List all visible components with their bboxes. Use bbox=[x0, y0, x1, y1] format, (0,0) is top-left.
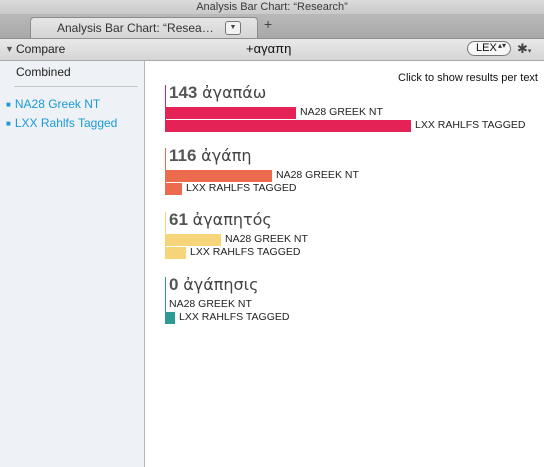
group-heading: 61 ἀγαπητός bbox=[169, 210, 272, 230]
show-results-per-text-hint[interactable]: Click to show results per text bbox=[398, 72, 538, 84]
chart-area: Click to show results per text 143 ἀγαπά… bbox=[145, 61, 544, 467]
bar[interactable] bbox=[165, 312, 175, 324]
bar-label: NA28 GREEK NT bbox=[276, 169, 359, 181]
gear-glyph: ✱ bbox=[517, 41, 528, 56]
bar[interactable] bbox=[165, 183, 182, 195]
group-count: 116 bbox=[169, 146, 202, 165]
bar[interactable] bbox=[165, 107, 296, 119]
bar[interactable] bbox=[165, 170, 272, 182]
gear-icon[interactable]: ✱▾ bbox=[517, 41, 531, 57]
stepper-arrows-icon: ▴▾ bbox=[498, 41, 507, 50]
tab-bar: Analysis Bar Chart: “Resea… ▼ + bbox=[0, 14, 544, 39]
group-lemma: ἀγαπητός bbox=[192, 210, 272, 229]
tab-menu-icon[interactable]: ▼ bbox=[225, 21, 241, 35]
toolbar: ▼ Compare +αγαπη LEX ▴▾ ✱▾ bbox=[0, 39, 544, 61]
bullet-icon: ■ bbox=[6, 100, 11, 110]
sidebar-divider bbox=[14, 86, 138, 87]
compare-toggle[interactable]: Compare bbox=[16, 42, 65, 56]
sidebar-item-lxx[interactable]: ■ LXX Rahlfs Tagged bbox=[6, 116, 117, 130]
lex-label: LEX bbox=[476, 42, 497, 54]
bar-label: LXX RAHLFS TAGGED bbox=[179, 311, 290, 323]
sidebar-item-label: NA28 Greek NT bbox=[14, 97, 101, 111]
bar-label: LXX RAHLFS TAGGED bbox=[190, 246, 301, 258]
search-term: +αγαπη bbox=[246, 41, 292, 56]
sidebar-item-combined[interactable]: Combined bbox=[16, 65, 71, 79]
tab-title: Analysis Bar Chart: “Resea… bbox=[57, 21, 214, 35]
group-heading: 143 ἀγαπάω bbox=[169, 83, 266, 103]
tab-analysis-bar-chart[interactable]: Analysis Bar Chart: “Resea… ▼ bbox=[30, 17, 258, 38]
bar-label: NA28 GREEK NT bbox=[225, 233, 308, 245]
lex-selector[interactable]: LEX ▴▾ bbox=[467, 41, 511, 56]
bar[interactable] bbox=[165, 247, 186, 259]
sidebar-item-na28[interactable]: ■ NA28 Greek NT bbox=[6, 97, 100, 111]
bullet-icon: ■ bbox=[6, 119, 11, 129]
sidebar-item-label: LXX Rahlfs Tagged bbox=[14, 116, 118, 130]
sidebar: Combined ■ NA28 Greek NT ■ LXX Rahlfs Tagg… bbox=[0, 61, 145, 467]
bar-label: LXX RAHLFS TAGGED bbox=[186, 182, 297, 194]
chevron-down-icon: ▾ bbox=[527, 48, 532, 55]
group-heading: 0 ἀγάπησις bbox=[169, 275, 258, 295]
group-count: 143 bbox=[169, 83, 203, 102]
bar[interactable] bbox=[165, 120, 411, 132]
window-title: Analysis Bar Chart: “Research” bbox=[0, 0, 544, 14]
disclosure-triangle-icon[interactable]: ▼ bbox=[5, 44, 14, 54]
bar-label: LXX RAHLFS TAGGED bbox=[415, 119, 526, 131]
bar[interactable] bbox=[165, 234, 221, 246]
group-count: 61 bbox=[169, 210, 193, 229]
group-lemma: ἀγαπάω bbox=[202, 83, 267, 102]
bar-label: NA28 GREEK NT bbox=[169, 298, 252, 310]
group-heading: 116 ἀγάπη bbox=[169, 146, 252, 166]
group-lemma: ἀγάπησις bbox=[183, 275, 259, 294]
group-count: 0 bbox=[169, 275, 184, 294]
new-tab-icon[interactable]: + bbox=[264, 16, 272, 32]
group-lemma: ἀγάπη bbox=[201, 146, 252, 165]
bar-label: NA28 GREEK NT bbox=[300, 106, 383, 118]
